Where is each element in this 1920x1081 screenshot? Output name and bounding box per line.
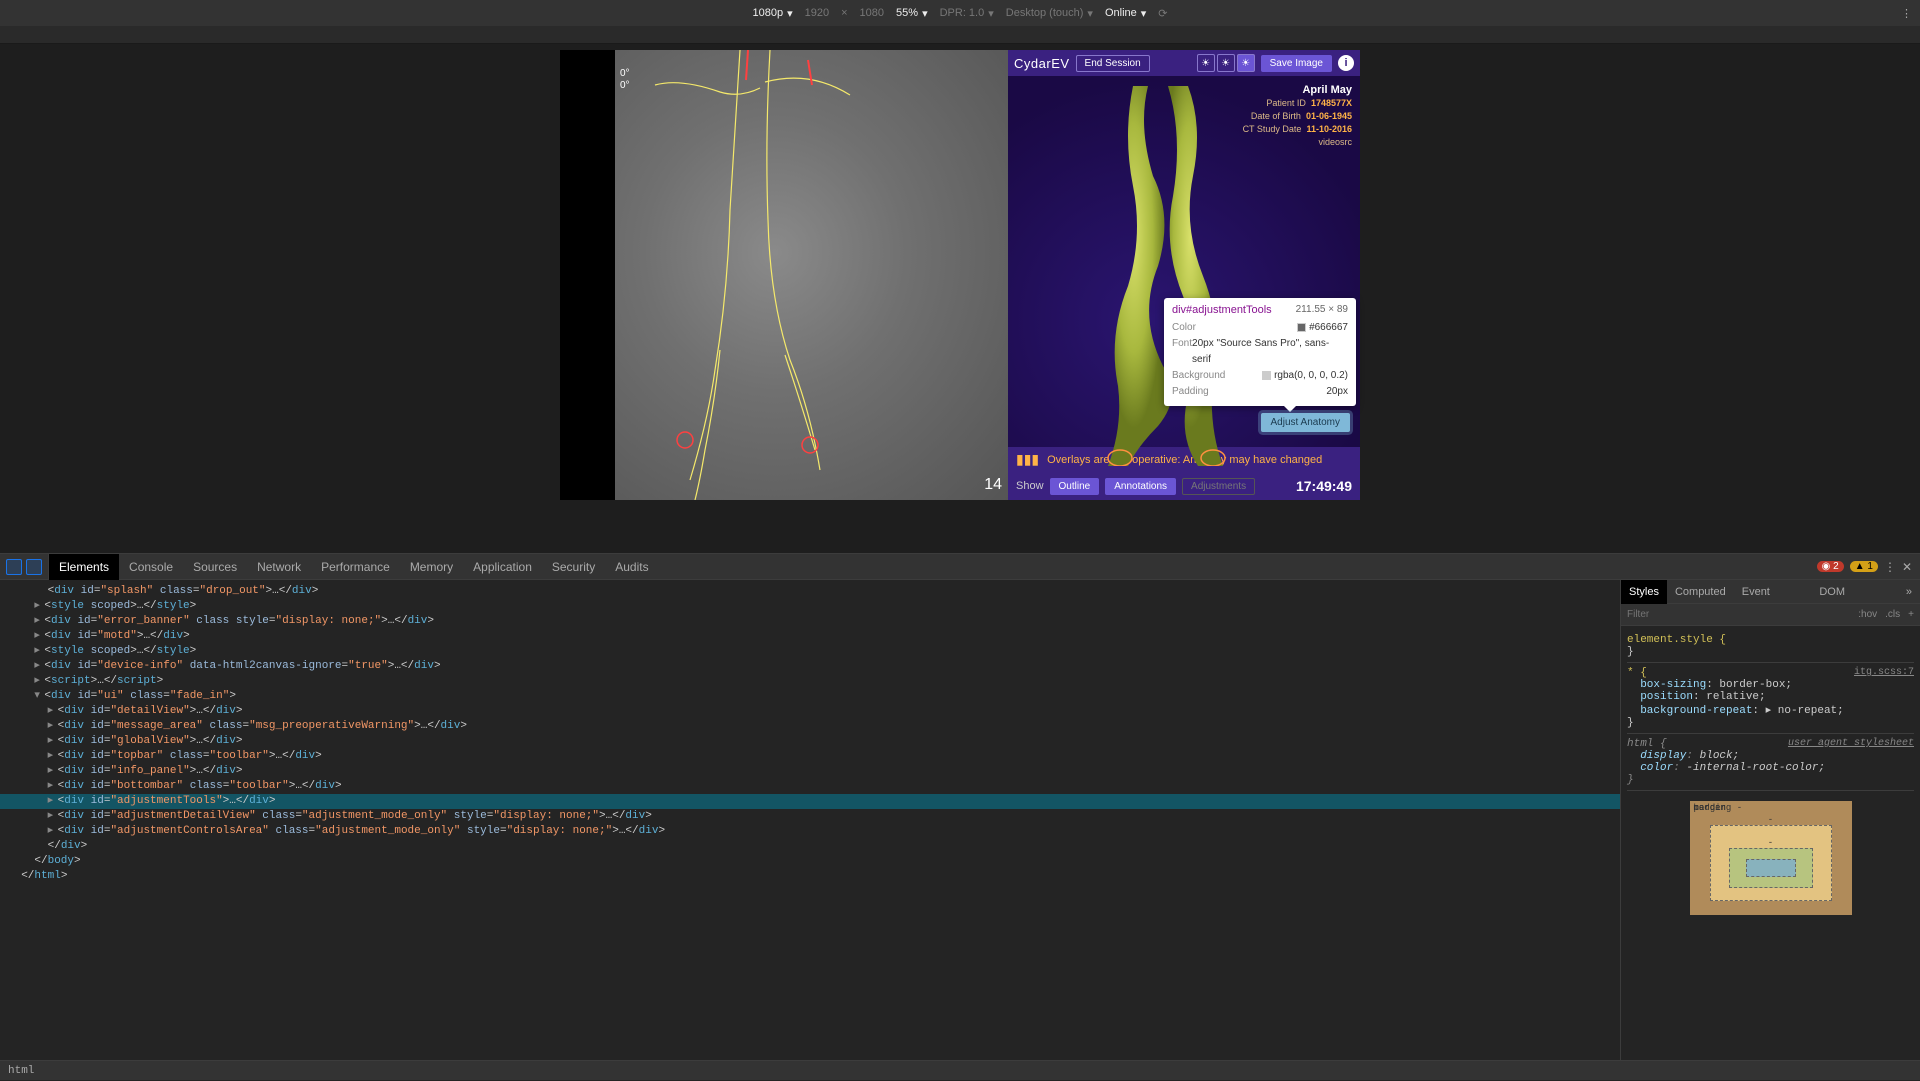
brightness-group: ☀ ☀ ☀ bbox=[1197, 54, 1255, 72]
selected-dom-node: ▸<div id="adjustmentTools">…</div> bbox=[0, 794, 1620, 809]
network-select[interactable]: Online ▾ bbox=[1105, 7, 1146, 20]
save-image-button[interactable]: Save Image bbox=[1261, 55, 1332, 72]
tab-sources[interactable]: Sources bbox=[183, 554, 247, 580]
dom-tree[interactable]: <div id="splash" class="drop_out">…</div… bbox=[0, 580, 1620, 1060]
viewport: 0° 0° bbox=[0, 44, 1920, 553]
styles-filter-input[interactable] bbox=[1627, 609, 1850, 620]
rotate-icon[interactable]: ⟳ bbox=[1158, 7, 1167, 20]
aorta-model bbox=[1088, 86, 1238, 466]
tab-console[interactable]: Console bbox=[119, 554, 183, 580]
cls-toggle[interactable]: .cls bbox=[1885, 609, 1900, 620]
devtools-panel: Elements Console Sources Network Perform… bbox=[0, 553, 1920, 1080]
app-frame: 0° 0° bbox=[560, 50, 1360, 500]
device-height[interactable]: 1080 bbox=[860, 7, 884, 19]
device-toolbar: 1080p ▾ 1920 × 1080 55% ▾ DPR: 1.0 ▾ Des… bbox=[0, 0, 1920, 26]
dpr-select[interactable]: DPR: 1.0 ▾ bbox=[940, 7, 994, 20]
zoom-select[interactable]: 55% ▾ bbox=[896, 7, 928, 20]
device-width[interactable]: 1920 bbox=[805, 7, 829, 19]
app-logo: CydarEV bbox=[1014, 56, 1070, 71]
styles-more-icon[interactable]: » bbox=[1898, 580, 1920, 604]
app-topbar: CydarEV End Session ☀ ☀ ☀ Save Image i bbox=[1008, 50, 1360, 76]
tab-application[interactable]: Application bbox=[463, 554, 542, 580]
warning-badge[interactable]: ▲ 1 bbox=[1850, 561, 1878, 572]
tooltip-selector: div#adjustmentTools bbox=[1172, 304, 1272, 316]
xray-pane: 0° 0° bbox=[560, 50, 1008, 500]
css-rules[interactable]: element.style { } itg.scss:7* { box-sizi… bbox=[1621, 626, 1920, 1060]
add-rule-icon[interactable]: + bbox=[1908, 609, 1914, 620]
inspect-element-icon[interactable] bbox=[6, 559, 22, 575]
element-inspect-tooltip: div#adjustmentTools 211.55 × 89 Color#66… bbox=[1164, 298, 1356, 406]
tooltip-dims: 211.55 × 89 bbox=[1296, 304, 1348, 316]
end-session-button[interactable]: End Session bbox=[1076, 55, 1150, 72]
dom-breadcrumb[interactable]: html bbox=[0, 1060, 1920, 1080]
box-model: margin - border - padding - bbox=[1627, 791, 1914, 925]
annotations-toggle[interactable]: Annotations bbox=[1105, 478, 1176, 495]
tab-memory[interactable]: Memory bbox=[400, 554, 463, 580]
show-label: Show bbox=[1016, 480, 1044, 492]
ruler-strip bbox=[0, 26, 1920, 44]
close-icon[interactable]: ✕ bbox=[1902, 560, 1912, 574]
styles-tab-styles[interactable]: Styles bbox=[1621, 580, 1667, 604]
device-mode-icon[interactable] bbox=[26, 559, 42, 575]
outline-toggle[interactable]: Outline bbox=[1050, 478, 1100, 495]
brightness-high-icon[interactable]: ☀ bbox=[1237, 54, 1255, 72]
tab-network[interactable]: Network bbox=[247, 554, 311, 580]
hov-toggle[interactable]: :hov bbox=[1858, 609, 1877, 620]
devtools-tabs: Elements Console Sources Network Perform… bbox=[0, 554, 1920, 580]
dimension-separator-icon: × bbox=[841, 7, 847, 19]
resolution-select[interactable]: 1080p ▾ bbox=[753, 7, 793, 20]
frame-count: 14 bbox=[984, 476, 1002, 494]
tab-audits[interactable]: Audits bbox=[605, 554, 658, 580]
brightness-low-icon[interactable]: ☀ bbox=[1197, 54, 1215, 72]
more-options-icon[interactable]: ⋮ bbox=[1901, 7, 1912, 20]
styles-pane: Styles Computed Event Listeners DOM Brea… bbox=[1620, 580, 1920, 1060]
tab-performance[interactable]: Performance bbox=[311, 554, 400, 580]
styles-tab-dom-bp[interactable]: DOM Breakpoints bbox=[1811, 580, 1898, 604]
settings-icon[interactable]: ⋮ bbox=[1884, 560, 1896, 574]
device-type-select[interactable]: Desktop (touch) ▾ bbox=[1006, 7, 1093, 20]
vessel-overlay bbox=[560, 50, 1008, 500]
tab-security[interactable]: Security bbox=[542, 554, 605, 580]
info-icon[interactable]: i bbox=[1338, 55, 1354, 71]
styles-tab-computed[interactable]: Computed bbox=[1667, 580, 1734, 604]
adjustments-toggle[interactable]: Adjustments bbox=[1182, 478, 1255, 495]
bottom-toolbar: Show Outline Annotations Adjustments 17:… bbox=[1008, 472, 1360, 500]
clock: 17:49:49 bbox=[1296, 478, 1352, 494]
error-badge[interactable]: ◉ 2 bbox=[1817, 561, 1844, 572]
brightness-med-icon[interactable]: ☀ bbox=[1217, 54, 1235, 72]
tab-elements[interactable]: Elements bbox=[49, 554, 119, 580]
styles-tab-events[interactable]: Event Listeners bbox=[1734, 580, 1812, 604]
review-pane: CydarEV End Session ☀ ☀ ☀ Save Image i A… bbox=[1008, 50, 1360, 500]
warning-icon: ▮▮▮ bbox=[1016, 451, 1039, 468]
adjust-anatomy-button[interactable]: Adjust Anatomy bbox=[1261, 413, 1350, 432]
